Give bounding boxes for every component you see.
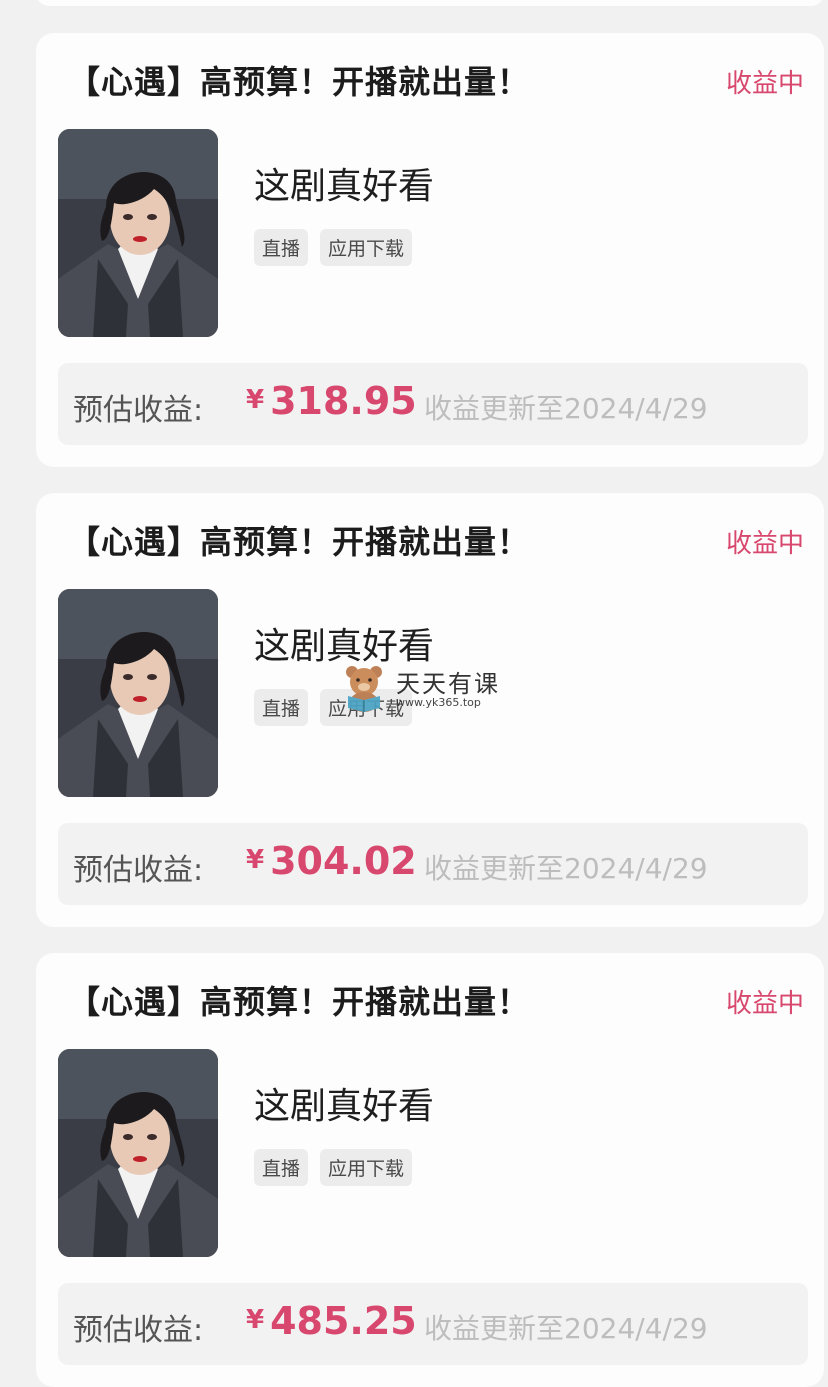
drama-name: 这剧真好看 [254,166,435,207]
task-card[interactable]: 【心遇】高预算！开播就出量！ 收益中 这剧真好看 直播 应用下载 预估收益: ¥… [36,33,824,467]
amount-value: 318.95 [270,379,417,423]
watermark: 天天有课 www.yk365.top [338,662,500,718]
task-card[interactable]: 【心遇】高预算！开播就出量！ 收益中 这剧真好看 直播 应用下载 预估收益: ¥… [36,953,824,1387]
bear-reading-icon [338,662,390,718]
amount-value: 485.25 [270,1299,417,1343]
earnings-update-date: 收益更新至2024/4/29 [424,1312,708,1345]
drama-poster[interactable] [58,129,218,337]
drama-poster[interactable] [58,589,218,797]
earnings-box: 预估收益: ¥304.02 收益更新至2024/4/29 [58,823,808,905]
earnings-label: 预估收益: [73,1313,204,1348]
tag-app-download: 应用下载 [320,229,413,266]
watermark-text: 天天有课 www.yk365.top [396,669,500,710]
tag-live: 直播 [254,689,309,726]
previous-card-edge [36,0,824,6]
tag-live: 直播 [254,229,309,266]
tag-list: 直播 应用下载 [254,1149,413,1186]
task-title: 【心遇】高预算！开播就出量！ [68,523,531,561]
amount-value: 304.02 [270,839,417,883]
tag-live: 直播 [254,1149,309,1186]
tag-app-download: 应用下载 [320,1149,413,1186]
drama-name: 这剧真好看 [254,1086,435,1127]
status-label: 收益中 [725,529,804,559]
currency-symbol: ¥ [246,1305,265,1335]
earnings-amount: ¥485.25 [246,1299,417,1343]
watermark-url: www.yk365.top [396,696,481,710]
status-label: 收益中 [725,69,804,99]
earnings-amount: ¥318.95 [246,379,417,423]
currency-symbol: ¥ [246,845,265,875]
earnings-amount: ¥304.02 [246,839,417,883]
tag-list: 直播 应用下载 [254,229,413,266]
earnings-label: 预估收益: [73,393,204,428]
earnings-label: 预估收益: [73,853,204,888]
earnings-box: 预估收益: ¥485.25 收益更新至2024/4/29 [58,1283,808,1365]
drama-poster[interactable] [58,1049,218,1257]
earnings-update-date: 收益更新至2024/4/29 [424,852,708,885]
watermark-name: 天天有课 [396,669,500,698]
earnings-update-date: 收益更新至2024/4/29 [424,392,708,425]
task-title: 【心遇】高预算！开播就出量！ [68,983,531,1021]
task-title: 【心遇】高预算！开播就出量！ [68,63,531,101]
earnings-box: 预估收益: ¥318.95 收益更新至2024/4/29 [58,363,808,445]
status-label: 收益中 [725,989,804,1019]
currency-symbol: ¥ [246,385,265,415]
